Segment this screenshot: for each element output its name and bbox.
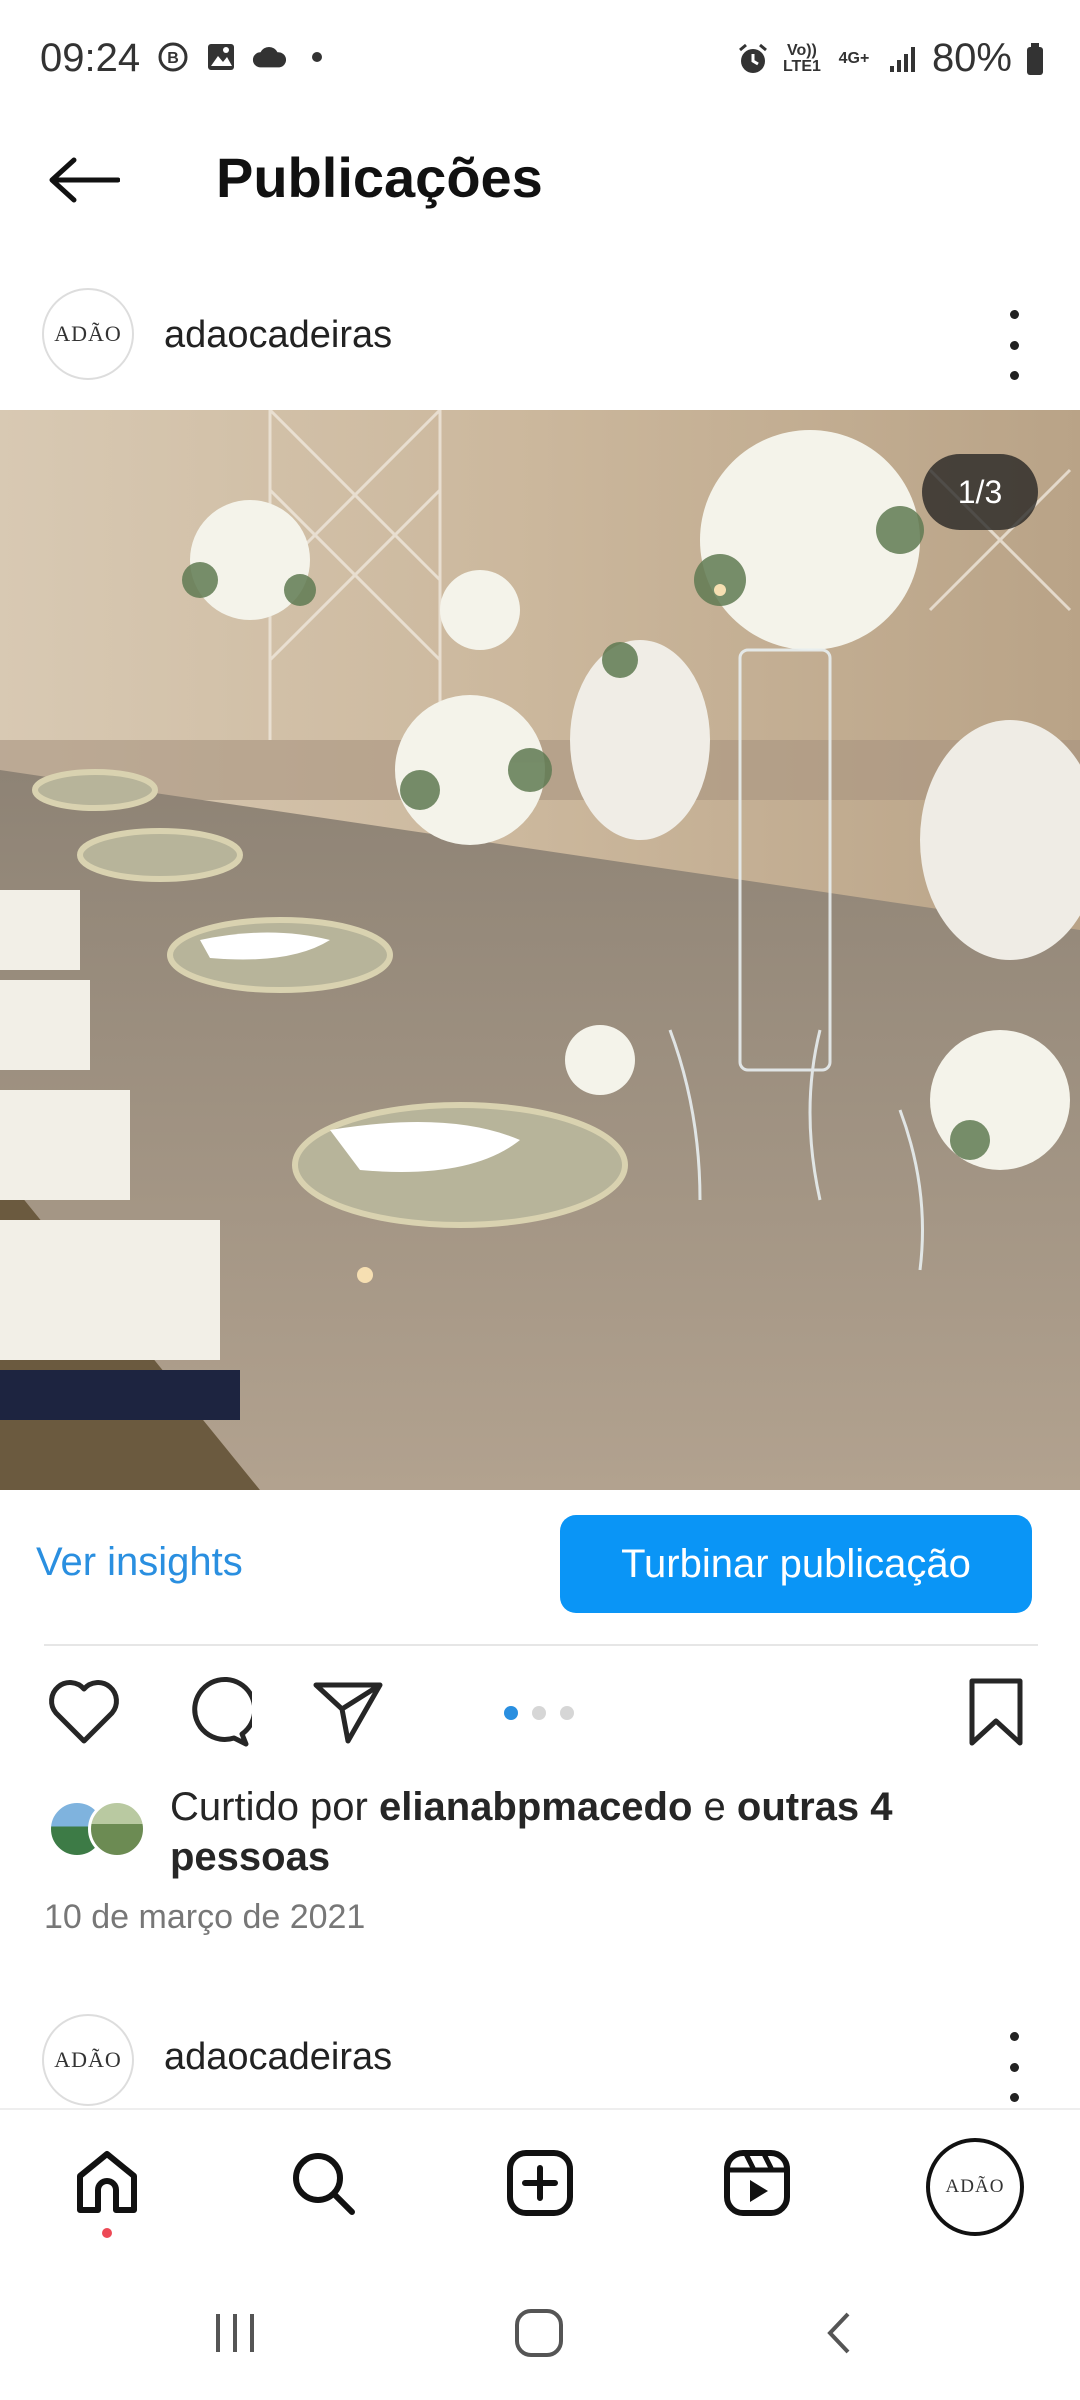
liker-avatars[interactable] — [48, 1800, 148, 1860]
status-time: 09:24 — [40, 36, 141, 80]
volte-indicator: Vo)) LTE1 — [782, 41, 821, 75]
svg-text:B: B — [167, 50, 179, 67]
page-title: Publicações — [216, 146, 543, 209]
home-system-button[interactable] — [504, 2298, 574, 2368]
likes-prefix: Curtido por — [170, 1785, 379, 1829]
status-bar: 09:24 B Vo)) LTE1 4G+ 80% — [0, 0, 1080, 120]
more-dot-icon — [1009, 340, 1019, 350]
bottom-navigation: ADÃO — [0, 2108, 1080, 2260]
comment-button[interactable] — [176, 1672, 256, 1752]
back-chevron-icon — [827, 2312, 850, 2354]
post-options-button[interactable] — [994, 310, 1034, 380]
search-icon — [293, 2153, 355, 2215]
next-post-options-button[interactable] — [994, 2032, 1034, 2102]
reels-icon — [724, 2150, 790, 2216]
gallery-notification-icon — [204, 40, 238, 74]
more-notifications-dot-icon — [300, 40, 334, 74]
heart-icon — [49, 1680, 119, 1744]
comment-bubble-icon — [192, 1676, 252, 1747]
post-image[interactable]: 1/3 — [0, 410, 1080, 1490]
post-header: ADÃO adaocadeiras — [0, 280, 1080, 390]
avatar-logo-text: ADÃO — [54, 321, 122, 346]
avatar-logo-text: ADÃO — [945, 2176, 1005, 2197]
send-paper-plane-icon — [313, 1682, 383, 1744]
home-icon — [77, 2151, 137, 2213]
cloud-icon — [252, 40, 286, 74]
post-author-username[interactable]: adaocadeiras — [164, 314, 392, 357]
nav-profile[interactable]: ADÃO — [926, 2138, 1024, 2236]
recents-icon — [216, 2314, 254, 2352]
next-post-author-avatar[interactable]: ADÃO — [42, 2014, 134, 2106]
divider — [44, 1644, 1038, 1646]
bookmark-icon — [969, 1678, 1023, 1746]
next-post-author-username[interactable]: adaocadeiras — [164, 2036, 392, 2079]
top-app-bar: Publicações — [0, 120, 1080, 230]
likes-conjunction: e — [692, 1785, 737, 1829]
liker-avatar — [88, 1800, 146, 1858]
view-insights-link[interactable]: Ver insights — [36, 1540, 243, 1585]
liker-username[interactable]: elianabpmacedo — [379, 1785, 692, 1829]
carousel-indicator — [504, 1706, 574, 1720]
status-left-icons: B — [156, 40, 334, 74]
more-dot-icon — [1009, 2032, 1019, 2041]
like-button[interactable] — [44, 1672, 124, 1752]
nav-home[interactable] — [62, 2138, 152, 2228]
network-type-indicator: 4G+ — [838, 49, 870, 67]
profile-avatar: ADÃO — [936, 2148, 1014, 2226]
home-notification-dot — [102, 2228, 112, 2238]
next-post-header: ADÃO adaocadeiras — [0, 2010, 1080, 2110]
post-author-avatar[interactable]: ADÃO — [42, 288, 134, 380]
more-dot-icon — [1009, 2093, 1019, 2102]
share-button[interactable] — [308, 1672, 388, 1752]
battery-percentage: 80% — [931, 36, 1012, 80]
back-system-button[interactable] — [806, 2298, 876, 2368]
alarm-icon — [736, 42, 770, 76]
battery-icon — [1024, 42, 1046, 76]
add-post-icon — [507, 2150, 573, 2216]
carousel-dot — [532, 1706, 546, 1720]
status-right-icons: Vo)) LTE1 4G+ 80% — [736, 36, 1046, 81]
carousel-dot-active — [504, 1706, 518, 1720]
save-button[interactable] — [956, 1672, 1036, 1752]
system-navigation-bar — [0, 2258, 1080, 2400]
carousel-counter-badge: 1/3 — [922, 454, 1038, 530]
post-date: 10 de março de 2021 — [44, 1898, 366, 1936]
nav-reels[interactable] — [712, 2138, 802, 2228]
nav-search[interactable] — [278, 2138, 368, 2228]
avatar-logo-text: ADÃO — [54, 2047, 122, 2072]
more-dot-icon — [1009, 371, 1019, 380]
bixby-notification-icon: B — [156, 40, 190, 74]
nav-create[interactable] — [495, 2138, 585, 2228]
home-square-icon — [515, 2309, 563, 2357]
signal-strength-icon — [886, 42, 920, 76]
more-dot-icon — [1009, 2062, 1019, 2072]
more-dot-icon — [1009, 310, 1019, 319]
likes-summary[interactable]: Curtido por elianabpmacedo e outras 4 pe… — [170, 1782, 1030, 1882]
carousel-dot — [560, 1706, 574, 1720]
back-button[interactable] — [44, 150, 124, 210]
back-arrow-icon — [49, 157, 120, 203]
wedding-table-photo — [0, 410, 1080, 1490]
boost-post-button[interactable]: Turbinar publicação — [560, 1515, 1032, 1613]
recent-apps-button[interactable] — [200, 2298, 270, 2368]
